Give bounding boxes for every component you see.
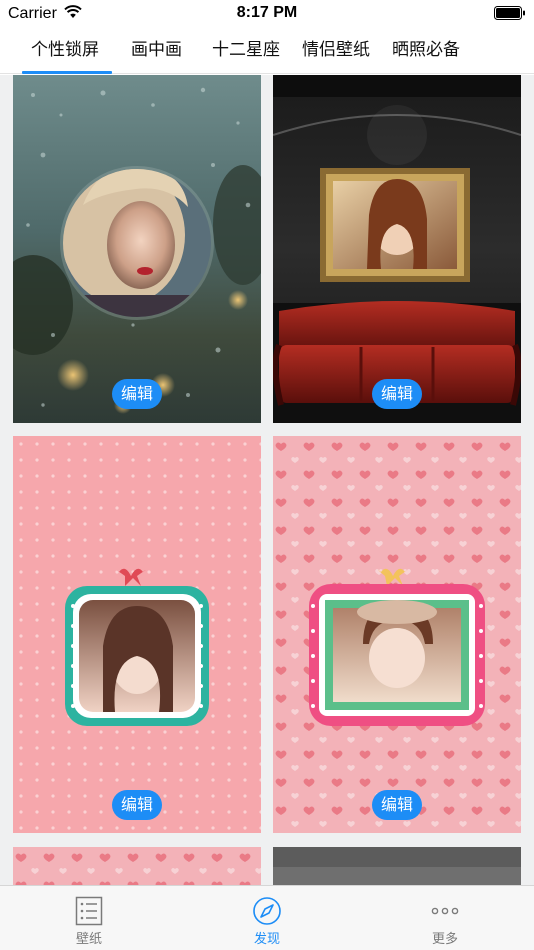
- status-bar: Carrier 8:17 PM: [0, 0, 534, 28]
- template-card-pink-frame[interactable]: 编辑: [273, 436, 521, 833]
- gallery-sofa-image: [273, 75, 521, 423]
- template-card-partial-pink[interactable]: [13, 847, 261, 885]
- pink-dots-image: [13, 436, 261, 833]
- compass-icon: [253, 897, 281, 925]
- bottom-tab-wallpaper[interactable]: 壁纸: [0, 886, 178, 950]
- tab-photo-essentials[interactable]: 晒照必备: [392, 28, 460, 74]
- battery-icon: [494, 6, 525, 20]
- tab-couple-wallpaper[interactable]: 情侣壁纸: [302, 28, 370, 74]
- list-icon: [75, 896, 103, 926]
- bottom-tab-more[interactable]: 更多: [356, 886, 534, 950]
- tab-lockscreen[interactable]: 个性锁屏: [31, 28, 99, 74]
- category-tabs: 个性锁屏 画中画 十二星座 情侣壁纸 晒照必备: [0, 28, 534, 74]
- edit-button[interactable]: 编辑: [372, 379, 422, 409]
- tab-picture-in-picture[interactable]: 画中画: [131, 28, 182, 74]
- gray-partial-image: [273, 847, 521, 885]
- bottom-tab-discover-label: 发现: [253, 932, 280, 947]
- bottom-tab-bar: 壁纸 发现 更多: [0, 885, 534, 950]
- template-grid[interactable]: 编辑 编辑 编辑 编辑: [0, 75, 534, 885]
- status-time: 8:17 PM: [236, 4, 298, 21]
- template-card-partial-gray[interactable]: [273, 847, 521, 885]
- template-card-rain-portrait[interactable]: 编辑: [13, 75, 261, 423]
- pink-hearts-image: [273, 436, 521, 833]
- edit-button[interactable]: 编辑: [112, 379, 162, 409]
- bottom-tab-more-label: 更多: [431, 932, 458, 947]
- more-dots-icon: [431, 907, 459, 915]
- rain-window-image: [13, 75, 261, 423]
- pink-hearts-partial-image: [13, 847, 261, 885]
- app-screen: Carrier 8:17 PM 个性锁屏 画中画 十二星座 情侣壁纸 晒照必备: [0, 0, 534, 950]
- template-card-teal-frame[interactable]: 编辑: [13, 436, 261, 833]
- bottom-tab-discover[interactable]: 发现: [178, 886, 356, 950]
- edit-button[interactable]: 编辑: [372, 790, 422, 820]
- template-card-frame-sofa[interactable]: 编辑: [273, 75, 521, 423]
- tab-zodiac[interactable]: 十二星座: [212, 28, 280, 74]
- bottom-tab-wallpaper-label: 壁纸: [75, 932, 102, 947]
- active-tab-indicator: [22, 71, 112, 74]
- edit-button[interactable]: 编辑: [112, 790, 162, 820]
